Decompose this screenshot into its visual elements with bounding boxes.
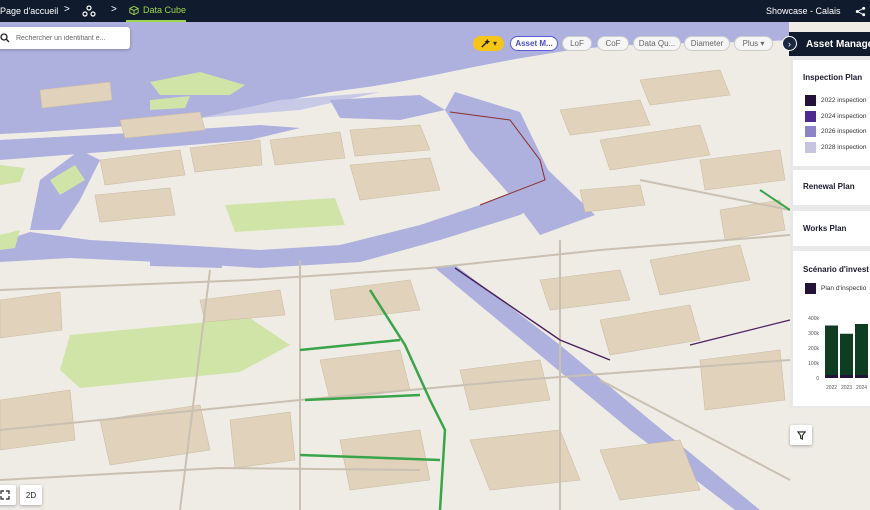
y-tick-label: 300k — [808, 331, 819, 337]
search-icon — [0, 33, 10, 43]
investment-bar-chart: 400k 300k 200k 100k 0 2022 2023 2024 — [808, 316, 868, 391]
search-input[interactable] — [14, 33, 126, 43]
legend-label: 2026 inspection — [821, 128, 867, 135]
network-icon[interactable] — [82, 0, 96, 22]
map-canvas[interactable] — [0, 22, 870, 510]
x-tick-label: 2023 — [841, 385, 852, 391]
chip-label: Asset M... — [515, 39, 553, 48]
y-tick-label: 0 — [816, 376, 819, 382]
tab-data-cube[interactable]: Data Cube — [126, 0, 186, 22]
tab-data-cube-label: Data Cube — [142, 5, 186, 15]
y-tick-label: 200k — [808, 346, 819, 352]
legend-swatch — [805, 126, 816, 137]
renewal-plan-title: Renewal Plan — [803, 182, 855, 191]
view-2d-label: 2D — [25, 490, 37, 500]
chip-label: CoF — [605, 39, 621, 48]
fullscreen-button[interactable] — [0, 485, 16, 505]
cube-icon — [129, 5, 139, 15]
legend-swatch — [805, 111, 816, 122]
panel-title: Asset Managem — [806, 38, 870, 50]
filter-button[interactable] — [790, 425, 812, 445]
legend-swatch — [805, 283, 816, 294]
chevron-right-icon: > — [111, 4, 117, 15]
legend-item: 2026 inspection — [805, 126, 867, 137]
chip-more[interactable]: Plus ▾ — [734, 36, 773, 51]
project-selector[interactable]: Showcase - Calais — [766, 0, 841, 22]
chip-diameter[interactable]: Diameter — [684, 36, 730, 51]
legend-item: 2028 inspection — [805, 142, 867, 153]
map-view[interactable] — [0, 22, 870, 510]
legend-swatch — [805, 95, 816, 106]
chip-label: Plus ▾ — [742, 39, 765, 48]
chip-label: LoF — [570, 39, 584, 48]
wand-icon — [481, 38, 491, 48]
works-plan-card[interactable]: Works Plan — [793, 211, 870, 246]
legend-label: 2024 inspection — [821, 113, 867, 120]
top-bar: Page d'accueil > > Data Cube Showcase - … — [0, 0, 870, 22]
chip-label: Data Qu... — [638, 39, 676, 48]
map-tool-dropdown[interactable]: ▾ — [473, 36, 504, 51]
chip-label: Diameter — [690, 39, 724, 48]
bar-segment[interactable] — [840, 333, 853, 375]
chevron-right-icon: › — [788, 38, 791, 49]
project-label: Showcase - Calais — [766, 6, 841, 16]
renewal-plan-card[interactable]: Renewal Plan — [793, 170, 870, 205]
legend-label: 2028 inspection — [821, 144, 867, 151]
view-2d-toggle[interactable]: 2D — [20, 485, 42, 505]
bar-segment[interactable] — [855, 375, 868, 378]
x-tick-label: 2024 — [856, 385, 867, 391]
search-box[interactable] — [0, 27, 130, 49]
scenario-title: Scénario d'invest — [803, 265, 869, 274]
investment-scenario-card[interactable]: Scénario d'invest Plan d'inspectio 400k 3… — [793, 251, 870, 406]
legend-swatch — [805, 142, 816, 153]
legend-item: Plan d'inspectio — [805, 283, 866, 294]
bar-segment[interactable] — [855, 324, 868, 375]
fullscreen-icon — [0, 490, 10, 500]
bar-segment[interactable] — [840, 375, 853, 378]
inspection-plan-title: Inspection Plan — [803, 73, 863, 82]
chevron-right-icon: > — [64, 4, 70, 15]
bar-segment[interactable] — [825, 375, 838, 378]
inspection-plan-card[interactable]: Inspection Plan 2022 inspection 2024 ins… — [793, 60, 870, 166]
panel-collapse-button[interactable]: › — [782, 36, 797, 51]
chip-data-quality[interactable]: Data Qu... — [633, 36, 681, 51]
y-tick-label: 400k — [808, 316, 819, 322]
breadcrumb-home[interactable]: Page d'accueil — [0, 0, 58, 22]
breadcrumb-home-label: Page d'accueil — [0, 6, 59, 16]
chevron-down-icon: ▾ — [492, 39, 497, 48]
legend-label: Plan d'inspectio — [821, 285, 867, 292]
asset-management-panel: Inspection Plan 2022 inspection 2024 ins… — [790, 56, 870, 408]
works-plan-title: Works Plan — [803, 224, 847, 233]
filter-icon — [796, 430, 806, 440]
x-tick-label: 2022 — [826, 385, 837, 391]
legend-item: 2024 inspection — [805, 111, 867, 122]
panel-header: Asset Managem — [789, 32, 870, 56]
y-tick-label: 100k — [808, 361, 819, 367]
legend-label: 2022 inspection — [821, 97, 867, 104]
chip-lof[interactable]: LoF — [562, 36, 592, 51]
bar-segment[interactable] — [825, 325, 838, 376]
chip-cof[interactable]: CoF — [597, 36, 629, 51]
legend-item: 2022 inspection — [805, 95, 867, 106]
share-icon[interactable] — [855, 0, 866, 22]
chip-asset-management[interactable]: Asset M... — [510, 36, 558, 51]
